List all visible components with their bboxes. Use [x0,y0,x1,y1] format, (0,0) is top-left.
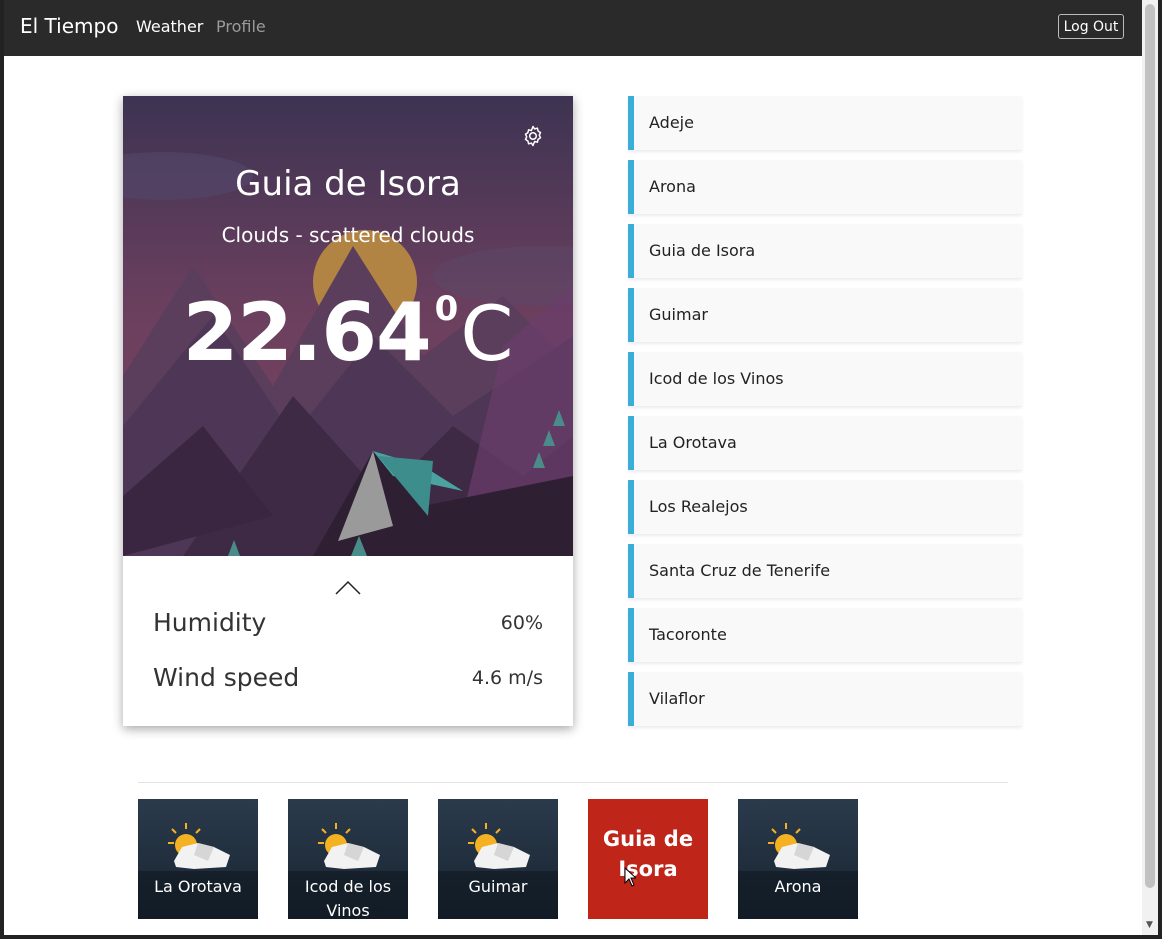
nav-profile-link[interactable]: Profile [216,17,266,36]
city-item-guimar[interactable]: Guimar [628,288,1022,342]
city-item-label: Arona [649,177,696,196]
city-item-arona[interactable]: Arona [628,160,1022,214]
partly-cloudy-icon [318,823,380,869]
favorite-tile-arona[interactable]: Arona [738,799,858,919]
page-viewport: El Tiempo Weather Profile Log Out Guia d… [4,0,1142,935]
degree-symbol: 0 [434,289,459,329]
chevron-up-icon[interactable] [335,580,361,596]
favorite-label: La Orotava [154,877,242,896]
city-item-label: Icod de los Vinos [649,369,784,388]
city-item-label: Vilaflor [649,689,705,708]
city-item-la-orotava[interactable]: La Orotava [628,416,1022,470]
humidity-label: Humidity [153,608,267,637]
city-item-label: Tacoronte [649,625,727,644]
city-item-santa-cruz-de-tenerife[interactable]: Santa Cruz de Tenerife [628,544,1022,598]
scroll-down-arrow-icon[interactable]: ▼ [1146,920,1153,930]
favorite-label: Guia de Isora [602,827,694,881]
city-item-adeje[interactable]: Adeje [628,96,1022,150]
city-item-label: La Orotava [649,433,737,452]
section-divider [138,782,1008,783]
favorite-tile-icod-de-los-vinos[interactable]: Icod de los Vinos [288,799,408,919]
favorite-label: Arona [774,877,822,896]
city-item-guia-de-isora[interactable]: Guia de Isora [628,224,1022,278]
favorite-tile-guia-de-isora[interactable]: Guia de Isora [588,799,708,919]
city-list: Adeje Arona Guia de Isora Guimar Icod de… [628,96,1022,736]
favorite-label: Guimar [468,877,528,896]
settings-gear-icon[interactable] [521,124,545,148]
partly-cloudy-icon [168,823,230,869]
city-item-icod-de-los-vinos[interactable]: Icod de los Vinos [628,352,1022,406]
city-item-label: Los Realejos [649,497,748,516]
scrollbar-thumb[interactable] [1145,4,1155,888]
nav-weather-link[interactable]: Weather [136,17,203,36]
current-city-name: Guia de Isora [235,164,461,204]
temperature-display: 22.64 0C [123,286,573,379]
temperature-value: 22.64 [182,286,432,379]
city-item-los-realejos[interactable]: Los Realejos [628,480,1022,534]
temperature-unit: C [460,289,514,378]
weather-card: Guia de Isora Clouds - scattered clouds … [123,96,573,726]
wind-speed-label: Wind speed [153,663,300,692]
brand-logo[interactable]: El Tiempo [20,14,118,38]
wind-speed-value: 4.6 m/s [471,667,543,689]
partly-cloudy-icon [768,823,830,869]
humidity-value: 60% [500,612,543,634]
partly-cloudy-icon [468,823,530,869]
city-item-label: Guimar [649,305,708,324]
vertical-scrollbar[interactable]: ▼ [1142,0,1158,935]
city-item-label: Santa Cruz de Tenerife [649,561,831,580]
favorite-label: Icod de los Vinos [304,877,392,919]
city-item-vilaflor[interactable]: Vilaflor [628,672,1022,726]
navbar: El Tiempo Weather Profile Log Out [4,0,1142,56]
favorite-tile-guimar[interactable]: Guimar [438,799,558,919]
city-item-tacoronte[interactable]: Tacoronte [628,608,1022,662]
logout-button[interactable]: Log Out [1058,14,1124,39]
city-item-label: Adeje [649,113,694,132]
favorite-tile-la-orotava[interactable]: La Orotava [138,799,258,919]
weather-description: Clouds - scattered clouds [221,223,475,247]
city-item-label: Guia de Isora [649,241,756,260]
weather-card-header: Guia de Isora Clouds - scattered clouds … [123,96,573,556]
mouse-cursor-icon [624,867,636,887]
